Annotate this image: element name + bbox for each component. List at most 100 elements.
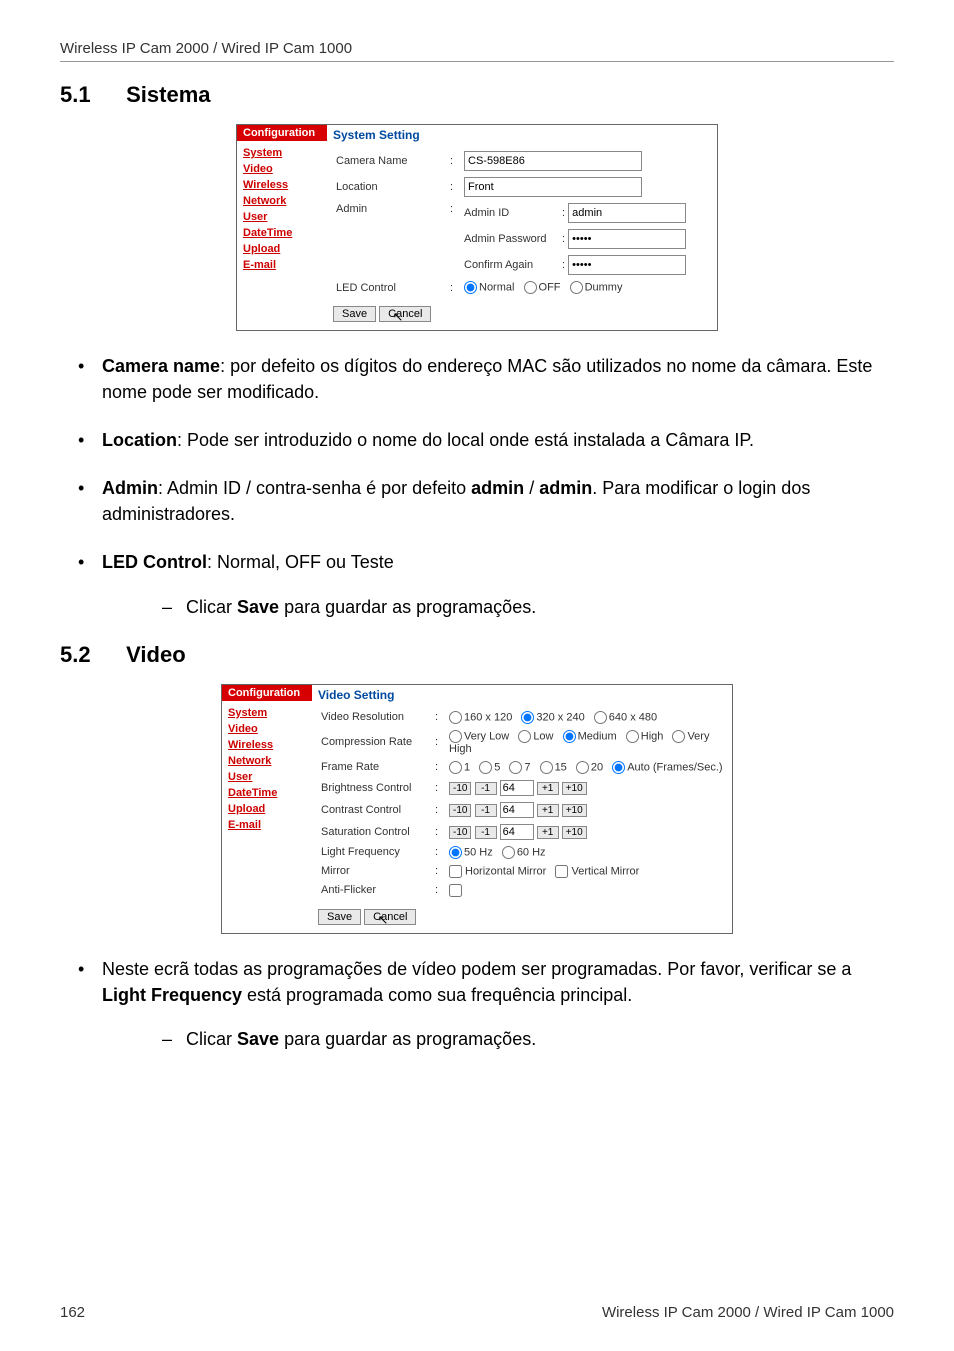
video-cancel-button[interactable]: Cancel — [364, 909, 416, 925]
admin-id-input[interactable] — [568, 203, 686, 223]
contrast-plus1[interactable]: +1 — [537, 804, 559, 817]
horizontal-mirror-checkbox[interactable] — [449, 865, 462, 878]
bullet-location: Location: Pode ser introduzido o nome do… — [78, 427, 894, 453]
sidebar-tab-configuration[interactable]: Configuration — [222, 685, 312, 701]
mouse-cursor-icon: ↖ — [392, 309, 403, 324]
res-640-radio[interactable] — [594, 711, 607, 724]
fr-20-radio[interactable] — [576, 761, 589, 774]
page-header: Wireless IP Cam 2000 / Wired IP Cam 1000 — [60, 40, 894, 62]
section-title: Video — [126, 642, 186, 667]
sidebar-item-network[interactable]: Network — [228, 753, 306, 769]
comp-high-radio[interactable] — [626, 730, 639, 743]
video-setting-panel: Video Setting Video Resolution : 160 x 1… — [312, 685, 732, 933]
res-320-radio[interactable] — [521, 711, 534, 724]
bullet-admin: Admin: Admin ID / contra-senha é por def… — [78, 475, 894, 527]
mouse-cursor-icon: ↖ — [377, 912, 388, 927]
fr-suffix: (Frames/Sec.) — [653, 761, 723, 773]
vertical-mirror-checkbox[interactable] — [555, 865, 568, 878]
brightness-minus10[interactable]: -10 — [449, 782, 471, 795]
freq-50-radio[interactable] — [449, 846, 462, 859]
fr-1-radio[interactable] — [449, 761, 462, 774]
frame-rate-label: Frame Rate — [318, 758, 432, 777]
section-title: Sistema — [126, 82, 210, 107]
saturation-minus1[interactable]: -1 — [475, 826, 497, 839]
page-number: 162 — [60, 1304, 85, 1321]
confirm-again-label: Confirm Again — [464, 259, 559, 271]
comp-vhigh-radio[interactable] — [672, 730, 685, 743]
horizontal-mirror-text: Horizontal Mirror — [465, 865, 546, 877]
sidebar-item-datetime[interactable]: DateTime — [243, 225, 321, 241]
confirm-again-input[interactable] — [568, 255, 686, 275]
admin-password-input[interactable] — [568, 229, 686, 249]
panel-title-video: Video Setting — [312, 685, 732, 708]
comp-vlow-radio[interactable] — [449, 730, 462, 743]
location-label: Location — [333, 174, 447, 200]
sidebar-item-network[interactable]: Network — [243, 193, 321, 209]
sidebar-item-system[interactable]: System — [228, 705, 306, 721]
saturation-plus1[interactable]: +1 — [537, 826, 559, 839]
led-normal-radio[interactable] — [464, 281, 477, 294]
saturation-plus10[interactable]: +10 — [562, 826, 587, 839]
footer-title: Wireless IP Cam 2000 / Wired IP Cam 1000 — [602, 1304, 894, 1321]
system-cancel-button[interactable]: Cancel — [379, 306, 431, 322]
sidebar-item-system[interactable]: System — [243, 145, 321, 161]
video-save-button[interactable]: Save — [318, 909, 361, 925]
sidebar-item-video[interactable]: Video — [243, 161, 321, 177]
saturation-minus10[interactable]: -10 — [449, 826, 471, 839]
sidebar-item-upload[interactable]: Upload — [243, 241, 321, 257]
led-off-radio[interactable] — [524, 281, 537, 294]
sidebar-item-upload[interactable]: Upload — [228, 801, 306, 817]
video-setting-screenshot: Configuration System Video Wireless Netw… — [221, 684, 733, 934]
contrast-minus1[interactable]: -1 — [475, 804, 497, 817]
fr-15-radio[interactable] — [540, 761, 553, 774]
compression-rate-label: Compression Rate — [318, 727, 432, 758]
sidebar-item-wireless[interactable]: Wireless — [228, 737, 306, 753]
contrast-value[interactable] — [500, 802, 534, 818]
fr-15-text: 15 — [555, 761, 567, 773]
sidebar-item-wireless[interactable]: Wireless — [243, 177, 321, 193]
sub-bullet-save-1: Clicar Save para guardar as programações… — [162, 594, 894, 620]
admin-password-label: Admin Password — [464, 233, 559, 245]
contrast-plus10[interactable]: +10 — [562, 804, 587, 817]
camera-name-input[interactable] — [464, 151, 642, 171]
brightness-minus1[interactable]: -1 — [475, 782, 497, 795]
fr-auto-radio[interactable] — [612, 761, 625, 774]
comp-low-radio[interactable] — [518, 730, 531, 743]
contrast-minus10[interactable]: -10 — [449, 804, 471, 817]
section-number: 5.2 — [60, 642, 120, 668]
saturation-value[interactable] — [500, 824, 534, 840]
sidebar-item-datetime[interactable]: DateTime — [228, 785, 306, 801]
bullet-camera-name: Camera name: por defeito os dígitos do e… — [78, 353, 894, 405]
admin-label: Admin — [333, 200, 447, 278]
fr-5-radio[interactable] — [479, 761, 492, 774]
sidebar-item-email[interactable]: E-mail — [228, 817, 306, 833]
sidebar-item-video[interactable]: Video — [228, 721, 306, 737]
comp-med-radio[interactable] — [563, 730, 576, 743]
led-dummy-radio[interactable] — [570, 281, 583, 294]
freq-60-radio[interactable] — [502, 846, 515, 859]
freq-60-text: 60 Hz — [517, 846, 546, 858]
res-160-radio[interactable] — [449, 711, 462, 724]
sidebar-tab-configuration[interactable]: Configuration — [237, 125, 327, 141]
camera-name-label: Camera Name — [333, 148, 447, 174]
sidebar-item-email[interactable]: E-mail — [243, 257, 321, 273]
sidebar-item-user[interactable]: User — [228, 769, 306, 785]
brightness-plus10[interactable]: +10 — [562, 782, 587, 795]
anti-flicker-checkbox[interactable] — [449, 884, 462, 897]
res-320-text: 320 x 240 — [536, 711, 584, 723]
saturation-label: Saturation Control — [318, 821, 432, 843]
bullet-led-control: LED Control: Normal, OFF ou Teste Clicar… — [78, 549, 894, 619]
sidebar-item-user[interactable]: User — [243, 209, 321, 225]
freq-50-text: 50 Hz — [464, 846, 493, 858]
brightness-value[interactable] — [500, 780, 534, 796]
res-160-text: 160 x 120 — [464, 711, 512, 723]
fr-auto-text: Auto — [627, 761, 650, 773]
system-setting-screenshot: Configuration System Video Wireless Netw… — [236, 124, 718, 331]
fr-7-radio[interactable] — [509, 761, 522, 774]
system-save-button[interactable]: Save — [333, 306, 376, 322]
section-5-2-heading: 5.2 Video — [60, 642, 894, 668]
brightness-plus1[interactable]: +1 — [537, 782, 559, 795]
location-input[interactable] — [464, 177, 642, 197]
led-normal-text: Normal — [479, 281, 514, 293]
fr-5-text: 5 — [494, 761, 500, 773]
